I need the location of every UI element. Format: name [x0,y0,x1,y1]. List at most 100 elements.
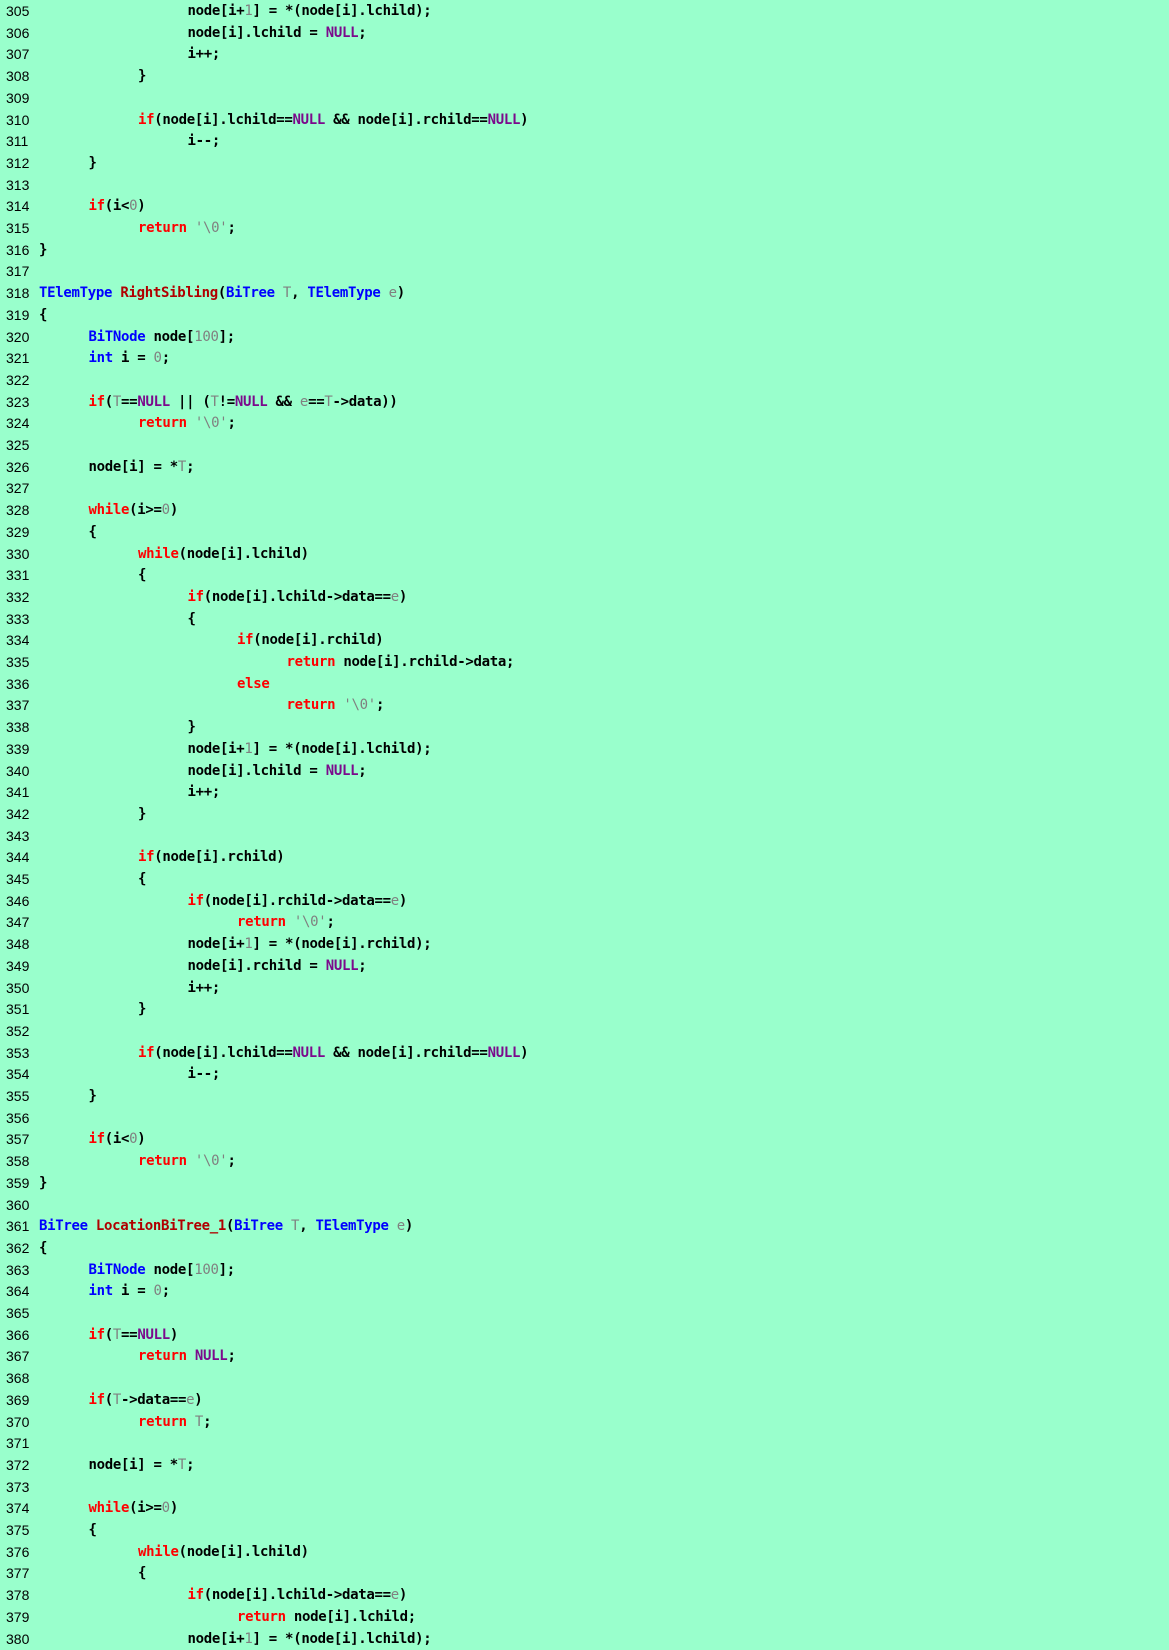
code-text: else [237,674,270,696]
code-token: ) [397,285,405,301]
code-line[interactable]: 307i++; [0,44,1169,66]
code-line[interactable]: 345{ [0,869,1169,891]
code-line[interactable]: 350i++; [0,978,1169,1000]
code-line[interactable]: 351} [0,999,1169,1021]
code-token: (node[i].lchild) [179,546,309,562]
code-line[interactable]: 344if(node[i].rchild) [0,847,1169,869]
code-line[interactable]: 348node[i+1] = *(node[i].rchild); [0,934,1169,956]
code-line[interactable]: 322 [0,370,1169,392]
code-line[interactable]: 324return '\0'; [0,413,1169,435]
code-token: } [138,68,146,84]
code-token: ; [358,958,366,974]
code-line[interactable]: 361BiTree LocationBiTree_1(BiTree T, TEl… [0,1216,1169,1238]
line-number: 352 [6,1021,36,1043]
code-line[interactable]: 333{ [0,609,1169,631]
code-line[interactable]: 336else [0,674,1169,696]
code-editor[interactable]: 305node[i+1] = *(node[i].lchild);306node… [0,0,1169,1649]
code-line[interactable]: 330while(node[i].lchild) [0,544,1169,566]
code-line[interactable]: 339node[i+1] = *(node[i].lchild); [0,739,1169,761]
code-line[interactable]: 374while(i>=0) [0,1498,1169,1520]
code-line[interactable]: 315return '\0'; [0,218,1169,240]
code-line[interactable]: 318TElemType RightSibling(BiTree T, TEle… [0,283,1169,305]
code-line[interactable]: 332if(node[i].lchild->data==e) [0,587,1169,609]
code-line[interactable]: 305node[i+1] = *(node[i].lchild); [0,1,1169,23]
code-token: } [138,806,146,822]
code-line[interactable]: 352 [0,1021,1169,1043]
line-number: 310 [6,110,36,132]
code-line[interactable]: 321int i = 0; [0,348,1169,370]
code-line[interactable]: 328while(i>=0) [0,500,1169,522]
code-line[interactable]: 331{ [0,565,1169,587]
code-line[interactable]: 362{ [0,1238,1169,1260]
code-line[interactable]: 347return '\0'; [0,912,1169,934]
code-line[interactable]: 329{ [0,522,1169,544]
code-line[interactable]: 319{ [0,305,1169,327]
code-text: return '\0'; [287,695,385,717]
code-line[interactable]: 373 [0,1477,1169,1499]
code-text: BiTNode node[100]; [89,327,235,349]
code-line[interactable]: 343 [0,826,1169,848]
code-line[interactable]: 317 [0,261,1169,283]
code-line[interactable]: 372node[i] = *T; [0,1455,1169,1477]
line-number: 330 [6,544,36,566]
code-line[interactable]: 325 [0,435,1169,457]
code-line[interactable]: 342} [0,804,1169,826]
code-line[interactable]: 326node[i] = *T; [0,457,1169,479]
code-line[interactable]: 313 [0,175,1169,197]
code-line[interactable]: 337return '\0'; [0,695,1169,717]
code-line[interactable]: 356 [0,1108,1169,1130]
code-line[interactable]: 380node[i+1] = *(node[i].lchild); [0,1629,1169,1650]
code-line[interactable]: 312} [0,153,1169,175]
code-line[interactable]: 334if(node[i].rchild) [0,630,1169,652]
code-token: ) [194,1392,202,1408]
code-token: { [138,1565,146,1581]
code-token: ->data== [121,1392,186,1408]
code-line[interactable]: 327 [0,478,1169,500]
code-line[interactable]: 371 [0,1433,1169,1455]
code-token: && [267,394,300,410]
code-line[interactable]: 314if(i<0) [0,196,1169,218]
code-line[interactable]: 335return node[i].rchild->data; [0,652,1169,674]
code-line[interactable]: 363BiTNode node[100]; [0,1260,1169,1282]
code-token: (i< [105,1131,129,1147]
code-line[interactable]: 308} [0,66,1169,88]
code-line[interactable]: 358return '\0'; [0,1151,1169,1173]
code-line[interactable]: 341i++; [0,782,1169,804]
code-token: T [195,1414,203,1430]
code-line[interactable]: 349node[i].rchild = NULL; [0,956,1169,978]
code-line[interactable]: 379return node[i].lchild; [0,1607,1169,1629]
code-line[interactable]: 355} [0,1086,1169,1108]
code-line[interactable]: 320BiTNode node[100]; [0,327,1169,349]
code-line[interactable]: 311i--; [0,131,1169,153]
code-line[interactable]: 316} [0,240,1169,262]
code-line[interactable]: 375{ [0,1520,1169,1542]
code-token: NULL [488,1045,521,1061]
code-line[interactable]: 360 [0,1195,1169,1217]
code-line[interactable]: 346if(node[i].rchild->data==e) [0,891,1169,913]
code-line[interactable]: 359} [0,1173,1169,1195]
line-number: 354 [6,1064,36,1086]
code-token: node[i].lchild = [188,25,326,41]
code-line[interactable]: 306node[i].lchild = NULL; [0,23,1169,45]
code-line[interactable]: 323if(T==NULL || (T!=NULL && e==T->data)… [0,392,1169,414]
code-line[interactable]: 378if(node[i].lchild->data==e) [0,1585,1169,1607]
code-token: node[i].rchild = [188,958,326,974]
code-line[interactable]: 369if(T->data==e) [0,1390,1169,1412]
code-line[interactable]: 340node[i].lchild = NULL; [0,761,1169,783]
code-line[interactable]: 310if(node[i].lchild==NULL && node[i].rc… [0,110,1169,132]
code-line[interactable]: 376while(node[i].lchild) [0,1542,1169,1564]
code-line[interactable]: 370return T; [0,1412,1169,1434]
code-line[interactable]: 364int i = 0; [0,1281,1169,1303]
code-line[interactable]: 367return NULL; [0,1346,1169,1368]
code-line[interactable]: 377{ [0,1563,1169,1585]
code-line[interactable]: 365 [0,1303,1169,1325]
code-text: { [188,609,196,631]
code-line[interactable]: 368 [0,1368,1169,1390]
code-line[interactable]: 309 [0,88,1169,110]
code-text: } [138,804,146,826]
code-line[interactable]: 338} [0,717,1169,739]
code-line[interactable]: 357if(i<0) [0,1129,1169,1151]
code-line[interactable]: 354i--; [0,1064,1169,1086]
code-line[interactable]: 366if(T==NULL) [0,1325,1169,1347]
code-line[interactable]: 353if(node[i].lchild==NULL && node[i].rc… [0,1043,1169,1065]
